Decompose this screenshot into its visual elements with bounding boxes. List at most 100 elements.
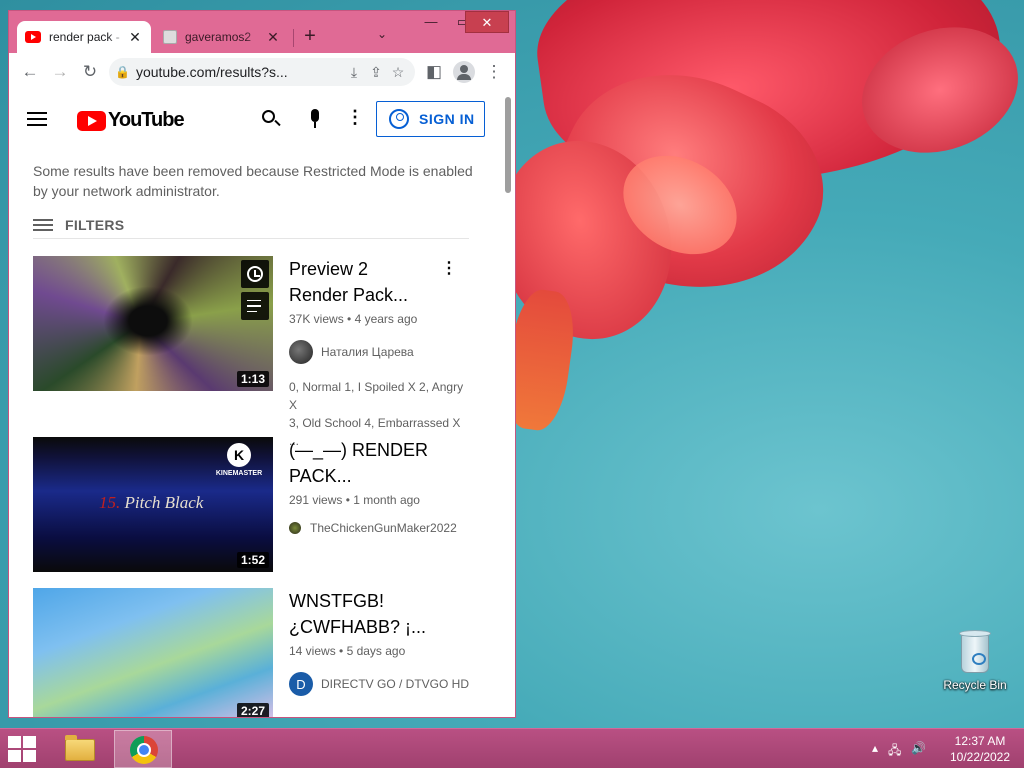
- microphone-icon[interactable]: [303, 107, 327, 131]
- forward-button[interactable]: →: [45, 57, 75, 87]
- view-count: 14 views: [289, 644, 336, 658]
- profile-button[interactable]: [449, 57, 479, 87]
- tab-search-chevron-icon[interactable]: ⌄: [377, 27, 387, 41]
- channel-avatar[interactable]: [289, 340, 313, 364]
- new-tab-button[interactable]: +: [299, 25, 321, 48]
- channel-avatar[interactable]: D: [289, 672, 313, 696]
- browser-window: render pack - ✕ gaveramos2 ✕ + ⌄ — ▭ ✕ ←…: [8, 10, 516, 718]
- youtube-page: YouTube ⋮ SIGN IN Some results have been…: [9, 91, 515, 717]
- volume-icon[interactable]: 🔊: [911, 741, 926, 762]
- video-duration: 1:13: [236, 371, 269, 387]
- thumbnail-caption-number: 15.: [99, 493, 121, 512]
- video-meta: 37K views • 4 years ago: [289, 312, 418, 326]
- video-title-line[interactable]: Render Pack...: [289, 282, 469, 308]
- clock-time: 12:37 AM: [954, 734, 1006, 748]
- kinemaster-watermark: K KINEMASTER: [209, 443, 269, 477]
- start-button[interactable]: [8, 736, 38, 762]
- video-thumbnail[interactable]: 2:27: [33, 588, 273, 717]
- channel-link[interactable]: Наталия Царева: [289, 340, 469, 364]
- add-to-queue-icon[interactable]: [241, 292, 269, 320]
- share-icon[interactable]: ⇪: [365, 64, 387, 81]
- video-title-line[interactable]: PACK...: [289, 463, 469, 489]
- video-result[interactable]: K KINEMASTER 15. Pitch Black 1:52 (—_—) …: [33, 437, 479, 573]
- video-title[interactable]: WNSTFGB! ¿CWFHABB? ¡...: [289, 588, 469, 640]
- video-more-options-icon[interactable]: ⋮: [441, 258, 457, 278]
- video-title-line[interactable]: (—_—) RENDER: [289, 437, 469, 463]
- bookmark-star-icon[interactable]: ☆: [387, 64, 409, 81]
- recycle-bin-label: Recycle Bin: [943, 678, 1007, 692]
- browser-toolbar: ← → ↻ 🔒 youtube.com/results?s... ⤓ ⇪ ☆ ◧…: [9, 53, 515, 91]
- menu-hamburger-icon[interactable]: [27, 112, 47, 126]
- video-result[interactable]: 1:13 Preview 2 Render Pack... 37K views …: [33, 256, 479, 448]
- thumbnail-caption-text: Pitch Black: [124, 493, 204, 512]
- folder-icon: [65, 735, 95, 761]
- file-explorer-taskbar-button[interactable]: [62, 733, 98, 765]
- close-tab-icon[interactable]: ✕: [265, 29, 281, 46]
- taskbar-clock[interactable]: 12:37 AM 10/22/2022: [938, 733, 1022, 765]
- channel-name[interactable]: DIRECTV GO / DTVGO HD: [321, 677, 469, 691]
- tab-title: gaveramos2: [185, 30, 252, 44]
- video-meta: 291 views • 1 month ago: [289, 493, 420, 507]
- video-result[interactable]: 2:27 WNSTFGB! ¿CWFHABB? ¡... 14 views • …: [33, 588, 479, 717]
- channel-name[interactable]: TheChickenGunMaker2022: [310, 521, 457, 535]
- upload-age: 5 days ago: [346, 644, 406, 658]
- recycle-bin-shortcut[interactable]: Recycle Bin: [938, 630, 1012, 692]
- watch-later-icon[interactable]: [241, 260, 269, 288]
- side-panel-icon[interactable]: ◧: [419, 57, 449, 87]
- address-bar[interactable]: 🔒 youtube.com/results?s... ⤓ ⇪ ☆: [109, 58, 415, 86]
- youtube-header: YouTube ⋮ SIGN IN: [9, 91, 499, 147]
- video-duration: 1:52: [236, 552, 269, 568]
- more-options-icon[interactable]: ⋮: [343, 107, 367, 131]
- tab-render-pack[interactable]: render pack - ✕: [17, 21, 151, 53]
- tab-gaveramos[interactable]: gaveramos2 ✕: [155, 21, 289, 53]
- recycle-bin-icon: [958, 630, 992, 674]
- reload-button[interactable]: ↻: [75, 57, 105, 87]
- watermark-text: KINEMASTER: [215, 470, 263, 477]
- channel-link[interactable]: D DIRECTV GO / DTVGO HD: [289, 672, 469, 696]
- minimize-button[interactable]: —: [415, 11, 447, 33]
- video-duration: 2:27: [236, 703, 269, 717]
- youtube-play-icon: [77, 110, 106, 131]
- upload-age: 4 years ago: [354, 312, 418, 326]
- close-window-button[interactable]: ✕: [465, 11, 509, 33]
- video-info: WNSTFGB! ¿CWFHABB? ¡... 14 views • 5 day…: [289, 588, 469, 696]
- youtube-logo[interactable]: YouTube: [77, 109, 185, 132]
- video-title[interactable]: (—_—) RENDER PACK...: [289, 437, 469, 489]
- chrome-taskbar-button[interactable]: [114, 730, 172, 768]
- browser-menu-button[interactable]: ⋮: [479, 57, 509, 87]
- video-meta: 14 views • 5 days ago: [289, 644, 406, 658]
- taskbar: ▴ 🖧 🔊 12:37 AM 10/22/2022: [0, 728, 1024, 768]
- sign-in-button[interactable]: SIGN IN: [376, 101, 485, 137]
- video-thumbnail[interactable]: 1:13: [33, 256, 273, 391]
- youtube-logo-text: YouTube: [108, 109, 185, 131]
- install-app-icon[interactable]: ⤓: [343, 64, 365, 81]
- video-info: (—_—) RENDER PACK... 291 views • 1 month…: [289, 437, 469, 535]
- video-info: Preview 2 Render Pack... 37K views • 4 y…: [289, 256, 469, 450]
- page-scrollbar[interactable]: [505, 97, 511, 193]
- channel-name[interactable]: Наталия Царева: [321, 345, 414, 359]
- kinemaster-logo-icon: K: [227, 443, 251, 467]
- back-button[interactable]: ←: [15, 57, 45, 87]
- video-title-line[interactable]: WNSTFGB!: [289, 588, 469, 614]
- filter-sliders-icon: [33, 218, 53, 232]
- upload-age: 1 month ago: [353, 493, 420, 507]
- address-url[interactable]: youtube.com/results?s...: [136, 64, 343, 80]
- video-title-line[interactable]: ¿CWFHABB? ¡...: [289, 614, 469, 640]
- filters-button[interactable]: FILTERS: [33, 211, 469, 239]
- tab-strip: render pack - ✕ gaveramos2 ✕ + ⌄ — ▭ ✕: [9, 11, 515, 53]
- show-hidden-icons-chevron-icon[interactable]: ▴: [872, 741, 878, 762]
- clock-date: 10/22/2022: [949, 750, 1011, 764]
- profile-avatar-icon: [453, 61, 475, 83]
- tab-title: render pack -: [49, 30, 120, 44]
- sign-in-label: SIGN IN: [419, 111, 475, 127]
- video-thumbnail[interactable]: K KINEMASTER 15. Pitch Black 1:52: [33, 437, 273, 572]
- filters-label: FILTERS: [65, 216, 125, 233]
- search-icon[interactable]: [259, 107, 283, 131]
- network-icon[interactable]: 🖧: [888, 741, 901, 762]
- chrome-icon: [130, 736, 158, 764]
- close-tab-icon[interactable]: ✕: [127, 29, 143, 46]
- lock-icon[interactable]: 🔒: [115, 65, 130, 79]
- description-line: 0, Normal 1, I Spoiled X 2, Angry X: [289, 380, 464, 412]
- channel-avatar[interactable]: [289, 522, 301, 534]
- channel-link[interactable]: TheChickenGunMaker2022: [289, 521, 469, 535]
